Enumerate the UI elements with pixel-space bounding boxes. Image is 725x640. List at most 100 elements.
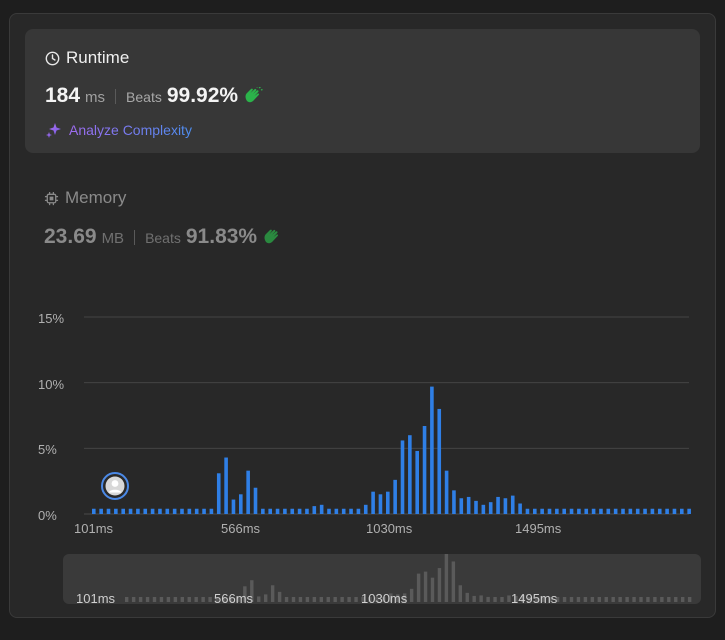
runtime-bar[interactable] bbox=[577, 508, 581, 514]
overview-bar bbox=[131, 597, 136, 602]
runtime-bar[interactable] bbox=[393, 479, 397, 514]
analyze-complexity-link[interactable]: Analyze Complexity bbox=[45, 121, 192, 139]
overview-tick-label: 566ms bbox=[214, 591, 254, 606]
runtime-bar[interactable] bbox=[319, 504, 324, 514]
runtime-bar[interactable] bbox=[180, 508, 184, 514]
overview-bar bbox=[125, 597, 129, 602]
runtime-bar[interactable] bbox=[533, 508, 537, 514]
runtime-bar[interactable] bbox=[349, 508, 353, 514]
runtime-bar[interactable] bbox=[459, 498, 464, 514]
runtime-bar[interactable] bbox=[121, 508, 125, 514]
runtime-bar[interactable] bbox=[194, 508, 199, 514]
runtime-bar[interactable] bbox=[231, 499, 236, 514]
runtime-bar[interactable] bbox=[496, 496, 500, 514]
runtime-bar[interactable] bbox=[400, 440, 405, 514]
runtime-bar[interactable] bbox=[415, 450, 419, 514]
runtime-bar[interactable] bbox=[680, 508, 684, 514]
runtime-bar[interactable] bbox=[297, 508, 302, 514]
runtime-bar[interactable] bbox=[672, 508, 677, 514]
runtime-bar[interactable] bbox=[613, 508, 618, 514]
sparkle-icon bbox=[46, 123, 61, 138]
runtime-bar[interactable] bbox=[665, 508, 669, 514]
runtime-bar[interactable] bbox=[584, 508, 589, 514]
runtime-bar[interactable] bbox=[474, 500, 478, 514]
runtime-bar[interactable] bbox=[150, 508, 155, 514]
runtime-bar[interactable] bbox=[239, 494, 243, 514]
runtime-bar[interactable] bbox=[452, 490, 456, 514]
runtime-bar[interactable] bbox=[386, 491, 390, 514]
runtime-bar[interactable] bbox=[224, 457, 228, 514]
runtime-bar[interactable] bbox=[99, 508, 103, 514]
runtime-bar[interactable] bbox=[643, 508, 647, 514]
runtime-bar[interactable] bbox=[408, 435, 412, 514]
runtime-bar[interactable] bbox=[246, 470, 250, 514]
runtime-bar[interactable] bbox=[488, 502, 493, 514]
runtime-bar[interactable] bbox=[275, 508, 280, 514]
x-tick-label: 101ms bbox=[74, 521, 114, 536]
runtime-bar[interactable] bbox=[268, 508, 272, 514]
runtime-bar[interactable] bbox=[621, 508, 625, 514]
runtime-bar[interactable] bbox=[216, 473, 221, 514]
runtime-bar[interactable] bbox=[569, 508, 574, 514]
runtime-bar[interactable] bbox=[540, 508, 544, 514]
runtime-bar[interactable] bbox=[253, 487, 258, 514]
runtime-bar[interactable] bbox=[341, 508, 346, 514]
runtime-bar[interactable] bbox=[518, 503, 522, 514]
overview-bar bbox=[291, 597, 296, 602]
runtime-bar[interactable] bbox=[334, 508, 339, 514]
runtime-bar[interactable] bbox=[555, 508, 559, 514]
current-submission-marker[interactable] bbox=[101, 472, 129, 500]
runtime-bar[interactable] bbox=[312, 506, 317, 514]
runtime-bar[interactable] bbox=[562, 508, 566, 514]
runtime-bar[interactable] bbox=[430, 386, 434, 514]
overview-bar bbox=[576, 597, 581, 602]
runtime-bar[interactable] bbox=[261, 508, 265, 514]
runtime-bar[interactable] bbox=[591, 508, 596, 514]
overview-bar bbox=[451, 561, 456, 602]
overview-bar bbox=[681, 597, 685, 602]
runtime-bar[interactable] bbox=[158, 508, 162, 514]
memory-stats: 23.69 MB Beats 91.83% bbox=[44, 225, 282, 249]
runtime-bar[interactable] bbox=[547, 508, 552, 514]
runtime-bar[interactable] bbox=[510, 495, 515, 514]
overview-bar bbox=[305, 597, 310, 602]
runtime-bar[interactable] bbox=[444, 470, 449, 514]
runtime-bar[interactable] bbox=[114, 508, 118, 514]
runtime-bar[interactable] bbox=[378, 494, 383, 514]
runtime-bar[interactable] bbox=[371, 491, 375, 514]
runtime-bar[interactable] bbox=[650, 508, 655, 514]
runtime-bar[interactable] bbox=[687, 508, 691, 514]
runtime-bar[interactable] bbox=[187, 508, 192, 514]
runtime-bar[interactable] bbox=[283, 508, 287, 514]
runtime-bar[interactable] bbox=[290, 508, 295, 514]
runtime-card[interactable]: Runtime 184 ms Beats 99.92% Analyze Comp… bbox=[25, 29, 700, 153]
runtime-bar[interactable] bbox=[437, 408, 442, 514]
runtime-bar[interactable] bbox=[165, 508, 170, 514]
runtime-bar[interactable] bbox=[422, 426, 427, 514]
runtime-bar[interactable] bbox=[628, 508, 633, 514]
runtime-bar[interactable] bbox=[106, 508, 111, 514]
runtime-bar[interactable] bbox=[657, 508, 662, 514]
overview-bar bbox=[674, 597, 678, 602]
runtime-bar[interactable] bbox=[599, 508, 603, 514]
runtime-bar[interactable] bbox=[481, 504, 486, 514]
runtime-bar[interactable] bbox=[202, 508, 206, 514]
overview-bar bbox=[277, 591, 282, 602]
runtime-bar[interactable] bbox=[305, 508, 309, 514]
runtime-bar[interactable] bbox=[635, 508, 640, 514]
runtime-bar[interactable] bbox=[143, 508, 148, 514]
runtime-bar[interactable] bbox=[466, 496, 471, 514]
runtime-bar[interactable] bbox=[128, 508, 133, 514]
runtime-bar[interactable] bbox=[606, 508, 611, 514]
runtime-bar[interactable] bbox=[356, 508, 361, 514]
runtime-bar[interactable] bbox=[92, 508, 96, 514]
divider bbox=[134, 229, 136, 245]
runtime-bar[interactable] bbox=[136, 508, 140, 514]
runtime-bar[interactable] bbox=[172, 508, 177, 514]
runtime-bar[interactable] bbox=[209, 508, 214, 514]
runtime-bar[interactable] bbox=[525, 508, 530, 514]
runtime-bar[interactable] bbox=[327, 508, 331, 514]
memory-header[interactable]: Memory bbox=[44, 188, 126, 208]
runtime-bar[interactable] bbox=[503, 498, 508, 514]
runtime-bar[interactable] bbox=[363, 504, 368, 514]
